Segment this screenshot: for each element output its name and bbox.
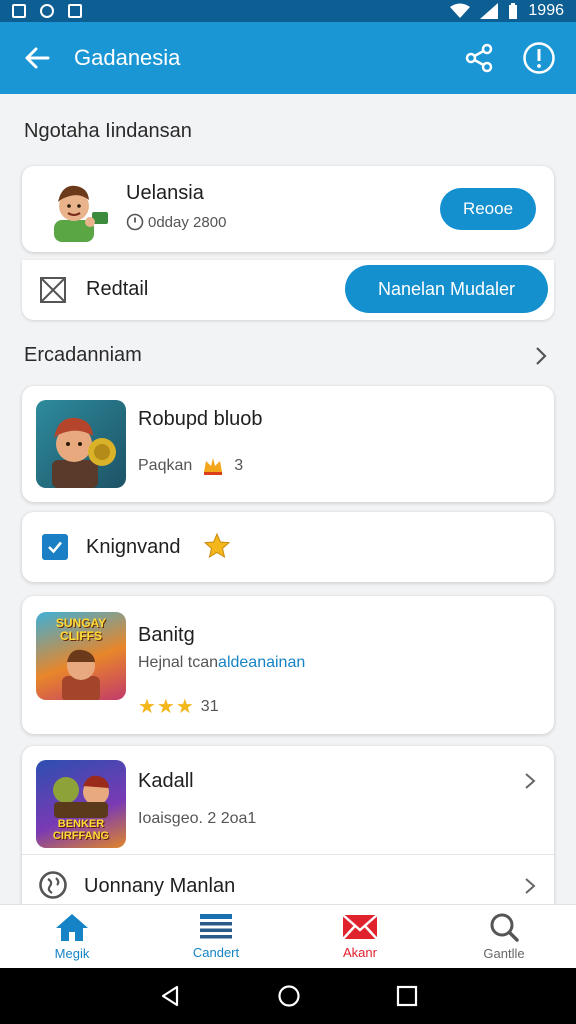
app-bar: Gadanesia — [0, 22, 576, 94]
share-icon — [465, 43, 493, 73]
redtail-action-button[interactable]: Nanelan Mudaler — [345, 265, 548, 313]
utility-label: Uonnany Manlan — [84, 875, 236, 897]
clock-icon — [126, 213, 144, 231]
list-item[interactable]: SUNGAY CLIFFS Banitg Hejnal tcanaldeanai… — [22, 596, 554, 734]
bottom-navigation: Megik Candert Akanr Gantlle — [0, 904, 576, 968]
settings-notification-icon — [40, 4, 54, 18]
user-card: Uelansia 0dday 2800 Reooe — [22, 166, 554, 252]
battery-icon — [509, 3, 518, 19]
list-group: BENKER CIRFFANG Kadall Ioaisgeo. 2 2oa1 … — [22, 746, 554, 904]
nav-mail-label: Akanr — [343, 945, 377, 960]
user-avatar — [48, 176, 114, 242]
star-icon — [204, 533, 230, 559]
chevron-right-icon — [525, 773, 536, 789]
sim-icon — [12, 4, 26, 18]
share-button[interactable] — [460, 39, 498, 77]
info-button[interactable] — [520, 39, 558, 77]
chevron-right-icon — [536, 347, 547, 365]
signal-icon — [480, 3, 499, 19]
user-subtitle: 0dday 2800 — [148, 213, 227, 231]
globe-icon — [39, 871, 67, 899]
nav-list-label: Candert — [192, 945, 240, 960]
nav-search-label: Gantlle — [483, 946, 525, 961]
search-icon — [490, 913, 519, 942]
game-thumbnail — [36, 400, 126, 488]
system-recents-icon[interactable] — [396, 985, 418, 1007]
item-title: Robupd bluob — [138, 408, 263, 430]
mail-icon — [342, 914, 378, 940]
close-box-icon — [40, 277, 66, 303]
crown-icon — [204, 458, 223, 475]
system-back-icon[interactable] — [158, 984, 182, 1008]
status-bar: 1996 — [0, 0, 576, 22]
item-title: Kadall — [138, 770, 194, 792]
redtail-row[interactable]: Redtail Nanelan Mudaler — [22, 260, 554, 320]
rating-stars-icon: ★★★ — [138, 696, 195, 718]
check-icon — [48, 541, 62, 554]
back-button[interactable] — [0, 22, 74, 94]
nav-mail[interactable]: Akanr — [288, 905, 432, 968]
home-icon — [56, 914, 88, 941]
item-subtitle-highlight: aldeanainan — [218, 654, 306, 671]
wifi-icon — [450, 3, 471, 18]
list-section-header[interactable]: Ercadanniam — [24, 344, 554, 374]
character-avatar-icon — [54, 185, 108, 242]
arrow-left-icon — [25, 47, 50, 69]
item-subtitle: Hejnal tcan — [138, 654, 219, 671]
list-item[interactable]: Robupd bluob Paqkan 3 — [22, 386, 554, 502]
game-thumbnail: BENKER CIRFFANG — [36, 760, 126, 848]
thumb-text: SUNGAY CLIFFS — [55, 616, 107, 643]
redtail-label: Redtail — [86, 278, 149, 300]
utility-row[interactable]: Uonnany Manlan — [22, 855, 554, 904]
nav-search[interactable]: Gantlle — [432, 905, 576, 968]
nav-home[interactable]: Megik — [0, 905, 144, 968]
character-icon — [52, 417, 116, 488]
game-thumbnail: SUNGAY CLIFFS — [36, 612, 126, 700]
list-section-title: Ercadanniam — [24, 344, 142, 366]
rating-value: 31 — [200, 697, 219, 715]
profile-section-title: Ngotaha Iindansan — [24, 120, 192, 142]
checkbox[interactable] — [42, 534, 68, 560]
item-subtitle: Paqkan — [138, 457, 193, 474]
chevron-right-icon — [525, 878, 536, 894]
nav-home-label: Megik — [54, 946, 90, 961]
info-icon — [523, 42, 555, 74]
check-row[interactable]: Knignvand — [22, 512, 554, 582]
item-subtitle: Ioaisgeo. 2 2oa1 — [138, 810, 257, 827]
list-item[interactable]: BENKER CIRFFANG Kadall Ioaisgeo. 2 2oa1 — [22, 746, 554, 854]
image-notification-icon — [68, 4, 82, 18]
main-content: Ngotaha Iindansan Uelansia 0dday 2800 Re… — [0, 94, 576, 904]
nav-list[interactable]: Candert — [144, 905, 288, 968]
user-name: Uelansia — [126, 182, 204, 204]
page-title: Gadanesia — [74, 45, 181, 70]
character-icon — [62, 649, 100, 700]
system-home-icon[interactable] — [277, 984, 301, 1008]
item-title: Banitg — [138, 624, 195, 646]
user-action-button[interactable]: Reooe — [440, 188, 536, 230]
item-count: 3 — [234, 457, 244, 474]
list-icon — [200, 914, 232, 939]
thumb-text: BENKER CIRFFANG — [52, 818, 110, 842]
check-label: Knignvand — [86, 536, 181, 558]
system-navigation-bar — [0, 968, 576, 1024]
status-time: 1996 — [528, 2, 564, 19]
